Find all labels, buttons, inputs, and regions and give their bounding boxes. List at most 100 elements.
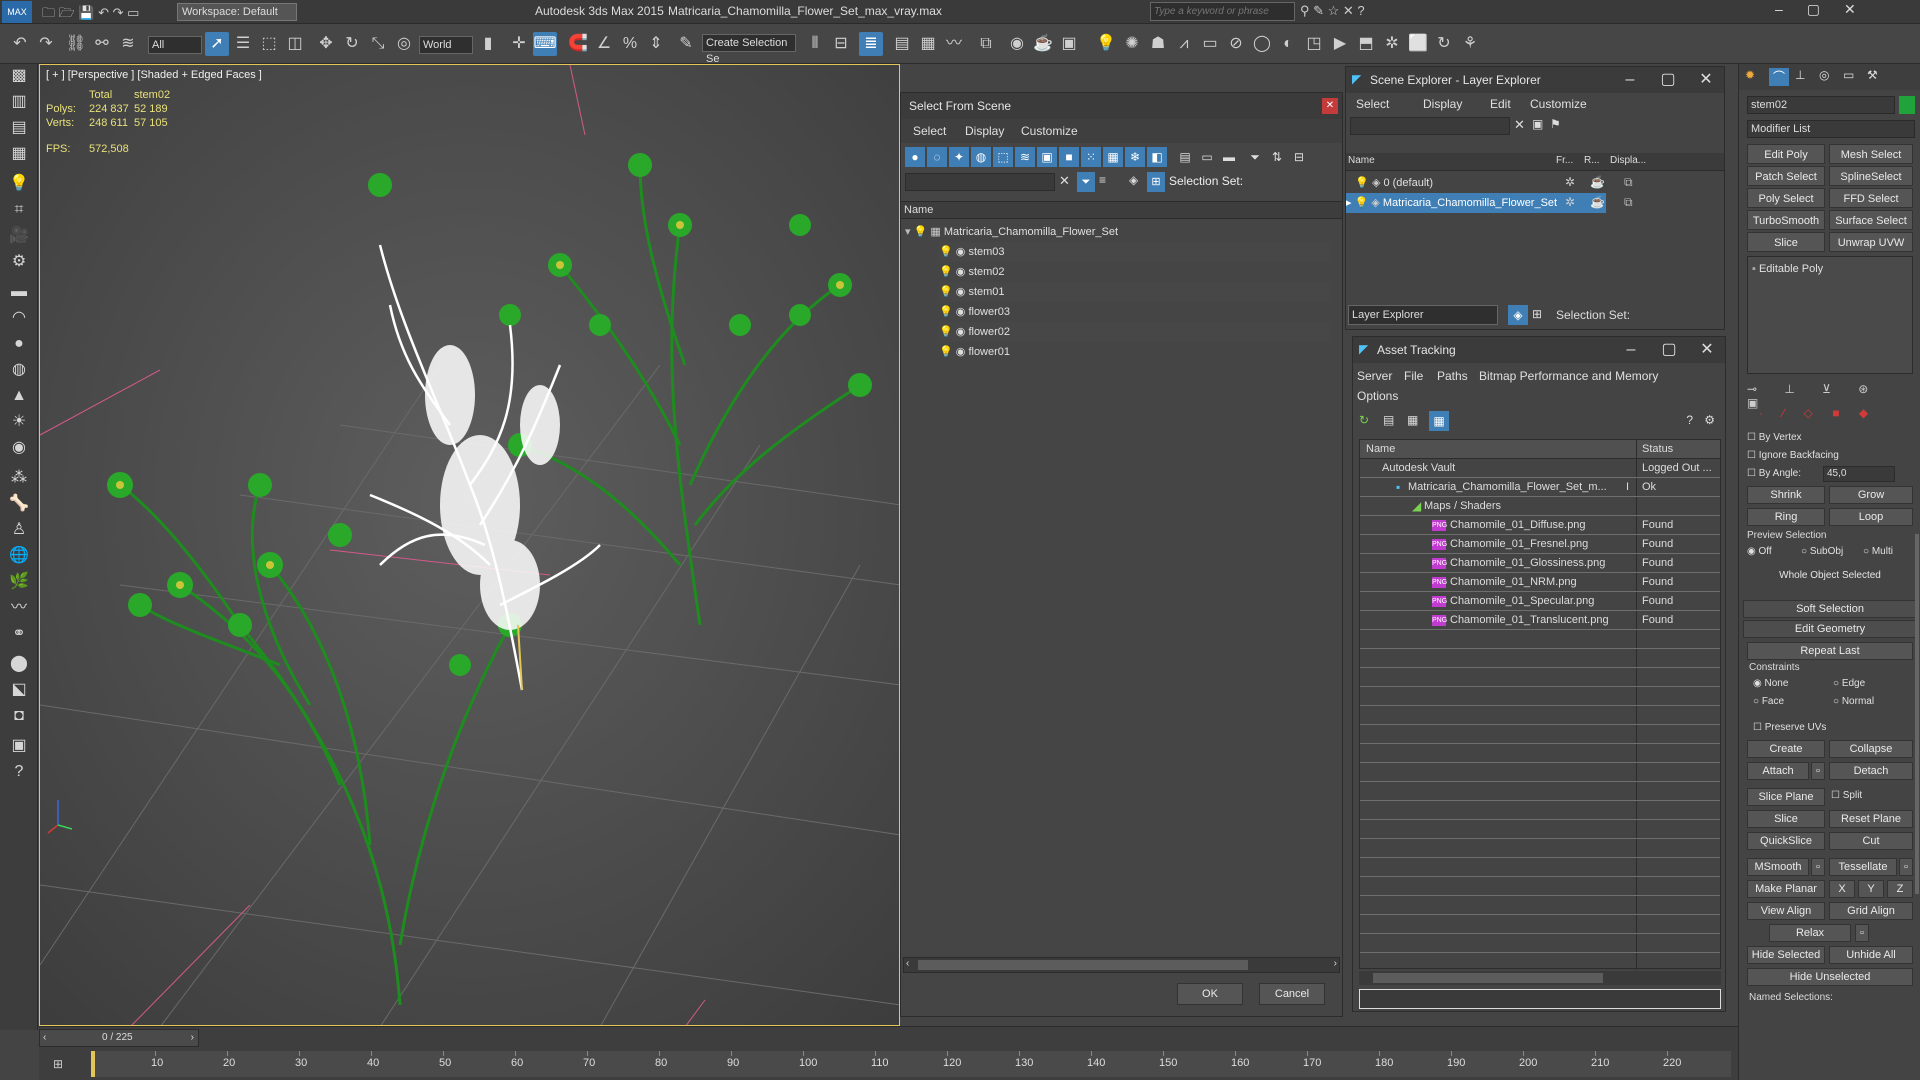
material-editor-icon[interactable]: ◉ [1005, 32, 1029, 56]
vray-plane-icon[interactable]: ▭ [1198, 32, 1222, 56]
sphere-light-icon[interactable]: ◉ [7, 436, 31, 460]
script-icon[interactable]: ▣ [7, 734, 31, 758]
table-row[interactable]: PNG Chamomile_01_Diffuse.png Found [1360, 516, 1720, 535]
minimize-icon[interactable]: – [1613, 337, 1649, 363]
help-icons[interactable]: ⚲ ✎ ☆ ✕ ? [1300, 3, 1430, 19]
asset-path-input[interactable] [1359, 989, 1721, 1009]
frozen-toggle-icon[interactable]: ✲ [1565, 195, 1575, 209]
select-invert-icon[interactable]: ▬ [1219, 147, 1239, 167]
object-color-swatch[interactable] [1899, 96, 1915, 114]
scrollbar-thumb[interactable] [918, 960, 1248, 970]
maximize-icon[interactable]: ▢ [1650, 67, 1686, 93]
modifier-list-dropdown[interactable]: Modifier List [1747, 120, 1915, 138]
attach-settings-icon[interactable]: ▫ [1811, 762, 1825, 780]
find-input[interactable] [905, 173, 1055, 191]
sync-selection-icon[interactable]: ⏷ [1077, 172, 1095, 192]
tree-item-flower02[interactable]: 💡 ◉ flower02 [939, 322, 1329, 342]
planar-y-button[interactable]: Y [1858, 880, 1884, 898]
table-view-icon[interactable]: ▦ [1429, 411, 1449, 431]
time-slider-left-icon[interactable]: ‹ [43, 1032, 46, 1043]
soft-selection-rollout[interactable]: Soft Selection [1743, 600, 1917, 618]
align-icon[interactable]: ⊟ [829, 32, 853, 56]
torus-primitive-icon[interactable]: ◍ [7, 358, 31, 382]
mesh-select-button[interactable]: Mesh Select [1829, 144, 1913, 164]
undo-icon[interactable]: ↶ [8, 32, 32, 56]
hierarchy-tab-icon[interactable]: ⊥ [1795, 68, 1805, 82]
environment-icon[interactable]: ◘ [7, 704, 31, 728]
render-setup-icon[interactable]: ☕ [1031, 32, 1055, 56]
tree-item-flower03[interactable]: 💡 ◉ flower03 [939, 302, 1329, 322]
unhide-all-button[interactable]: Unhide All [1829, 946, 1913, 964]
slice-plane-button[interactable]: Slice Plane [1747, 788, 1825, 806]
vray-proxy-icon[interactable]: ☗ [1146, 32, 1170, 56]
selection-filter-dropdown[interactable]: All [148, 36, 202, 54]
loop-button[interactable]: Loop [1829, 508, 1913, 526]
vray-toolbar-icon-g[interactable]: ⚘ [1458, 32, 1482, 56]
window-controls[interactable]: –▢✕ [1775, 1, 1920, 18]
pyramid-primitive-icon[interactable]: ▲ [7, 384, 31, 408]
constraint-face-radio[interactable]: ○ Face [1753, 692, 1823, 712]
preview-multi-radio[interactable]: ○ Multi [1863, 542, 1913, 562]
table-row[interactable]: Autodesk Vault Logged Out ... [1360, 459, 1720, 478]
create-tab-icon[interactable]: ✹ [1745, 68, 1755, 82]
app-logo[interactable]: MAX [2, 1, 32, 23]
vray-toolbar-icon-e[interactable]: ⬜ [1406, 32, 1430, 56]
pivot-icon[interactable]: ▮ [476, 32, 500, 56]
edit-named-selection-icon[interactable]: ✎ [674, 32, 698, 56]
vray-toolbar-icon-d[interactable]: ✲ [1380, 32, 1404, 56]
menu-customize[interactable]: Customize [1021, 120, 1078, 142]
grid-align-button[interactable]: Grid Align [1829, 902, 1913, 920]
particles-icon[interactable]: ⁂ [7, 466, 31, 490]
select-manipulate-icon[interactable]: ✛ [507, 32, 531, 56]
menu-customize[interactable]: Customize [1530, 93, 1587, 115]
vray-toolbar-icon-a[interactable]: ◳ [1302, 32, 1326, 56]
display-lights-icon[interactable]: ✦ [949, 147, 969, 167]
display-geometry-icon[interactable]: ● [905, 147, 925, 167]
poly-select-button[interactable]: Poly Select [1747, 188, 1825, 208]
redo-icon[interactable]: ↷ [34, 32, 58, 56]
table-row[interactable]: PNG Chamomile_01_Fresnel.png Found [1360, 535, 1720, 554]
col-frozen[interactable]: Fr... [1556, 155, 1573, 166]
vray-fb-icon[interactable]: ◐ [1276, 32, 1300, 56]
vault-icon[interactable]: ⚙ [1704, 413, 1715, 427]
bones-icon[interactable]: 🦴 [7, 492, 31, 516]
render-icon[interactable]: ⬕ [7, 678, 31, 702]
create-spacewarp-icon[interactable]: ⚙ [7, 250, 31, 274]
layer-filter-icon[interactable]: ≡ [1099, 173, 1106, 187]
msmooth-button[interactable]: MSmooth [1747, 858, 1809, 876]
grow-button[interactable]: Grow [1829, 486, 1913, 504]
panel-scrollbar[interactable] [1915, 534, 1919, 894]
display-tab-icon[interactable]: ▭ [1843, 68, 1854, 82]
time-slider-right-icon[interactable]: › [191, 1032, 194, 1043]
mirror-icon[interactable]: ⫴ [803, 32, 827, 56]
menu-display[interactable]: Display [965, 120, 1004, 142]
scene-explorer-icon[interactable]: ≣ [859, 32, 883, 56]
layer-mode-icon[interactable]: ◈ [1508, 305, 1528, 325]
minimize-icon[interactable]: – [1612, 67, 1648, 93]
tree-item-stem01[interactable]: 💡 ◉ stem01 [939, 282, 1329, 302]
hierarchy-mode-icon[interactable]: ⊞ [1532, 307, 1542, 321]
ffd-select-button[interactable]: FFD Select [1829, 188, 1913, 208]
sphere-primitive-icon[interactable]: ● [7, 332, 31, 356]
display-bones-icon[interactable]: ⁙ [1081, 147, 1101, 167]
bind-space-warp-icon[interactable]: ≋ [116, 32, 140, 56]
vray-light-icon[interactable]: 💡 [1094, 32, 1118, 56]
asset-horizontal-scrollbar[interactable] [1359, 971, 1721, 985]
make-planar-button[interactable]: Make Planar [1747, 880, 1825, 898]
subobject-level-icons[interactable]: · ∕ ◇ ■ ◆ [1759, 406, 1876, 420]
by-vertex-checkbox[interactable]: ☐ By Vertex [1747, 428, 1913, 448]
ignore-backfacing-checkbox[interactable]: ☐ Ignore Backfacing [1747, 446, 1913, 466]
foliage-icon[interactable]: 🌿 [7, 570, 31, 594]
angle-snap-icon[interactable]: ∠ [592, 32, 616, 56]
split-checkbox[interactable]: ☐ Split [1831, 786, 1913, 806]
display-helpers-icon[interactable]: ⬚ [993, 147, 1013, 167]
collapse-button[interactable]: Collapse [1829, 740, 1913, 758]
menu-file[interactable]: File [1404, 365, 1423, 387]
hierarchy-icon[interactable]: ⊞ [1147, 172, 1165, 192]
table-row[interactable]: PNG Chamomile_01_NRM.png Found [1360, 573, 1720, 592]
scroll-left-icon[interactable]: ‹ [906, 958, 909, 969]
tree-item-stem03[interactable]: 💡 ◉ stem03 [939, 242, 1329, 262]
cone-primitive-icon[interactable]: ◠ [7, 306, 31, 330]
link-icon[interactable]: ⛓ [64, 32, 88, 56]
named-selection-dropdown[interactable]: Create Selection Se [702, 34, 796, 65]
